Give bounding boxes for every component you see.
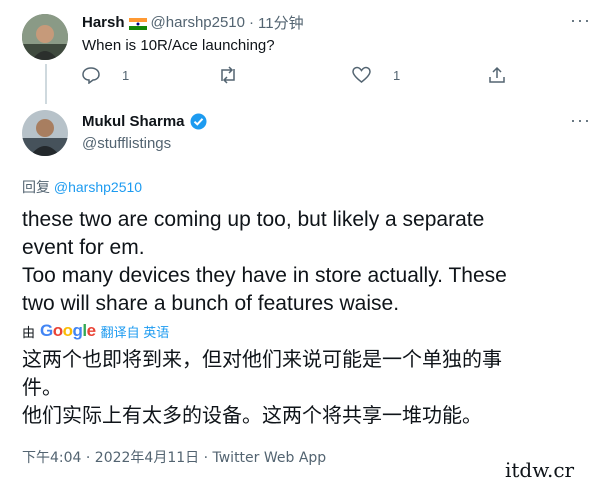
avatar-photo xyxy=(22,110,68,156)
more-icon[interactable]: ··· xyxy=(570,10,591,31)
verified-badge-icon xyxy=(190,113,207,130)
retweet-icon xyxy=(221,66,235,84)
avatar-photo xyxy=(22,14,68,60)
reply-icon xyxy=(82,67,100,84)
like-count: 1 xyxy=(393,67,401,83)
india-flag-icon xyxy=(128,17,147,30)
heart-icon xyxy=(352,66,371,83)
author-name[interactable]: Harsh xyxy=(82,14,125,31)
more-icon[interactable]: ··· xyxy=(570,110,591,131)
translation-attribution: 由 Google 翻译自 英语 xyxy=(22,321,170,341)
retweet-button[interactable] xyxy=(218,66,238,84)
like-button[interactable]: 1 xyxy=(352,66,400,84)
tweet-text: When is 10R/Ace launching? xyxy=(82,37,275,54)
thread-line xyxy=(45,64,47,104)
tweet-timestamp[interactable]: 下午4:04 · 2022年4月11日 · Twitter Web App xyxy=(22,447,326,467)
avatar[interactable] xyxy=(22,14,68,60)
share-icon xyxy=(489,66,505,83)
translate-label[interactable]: 翻译自 英语 xyxy=(101,322,170,341)
translated-text: 这两个也即将到来，但对他们来说可能是一个单独的事 件。 他们实际上有太多的设备。… xyxy=(22,347,502,427)
share-button[interactable] xyxy=(488,66,506,89)
author-handle[interactable]: @harshp2510 xyxy=(151,14,245,31)
avatar[interactable] xyxy=(22,110,68,156)
tweet-text: these two are coming up too, but likely … xyxy=(22,208,507,315)
author-handle[interactable]: @stufflistings xyxy=(82,135,171,152)
replying-to-link[interactable]: @harshp2510 xyxy=(54,179,142,195)
watermark: itdw.cr xyxy=(505,458,575,482)
reply-count: 1 xyxy=(122,67,130,83)
google-logo: Google xyxy=(40,321,96,340)
reply-button[interactable]: 1 xyxy=(82,66,129,84)
tweet-time[interactable]: 11分钟 xyxy=(258,12,304,33)
author-name[interactable]: Mukul Sharma xyxy=(82,113,185,130)
replying-to: 回复 @harshp2510 xyxy=(22,179,143,195)
